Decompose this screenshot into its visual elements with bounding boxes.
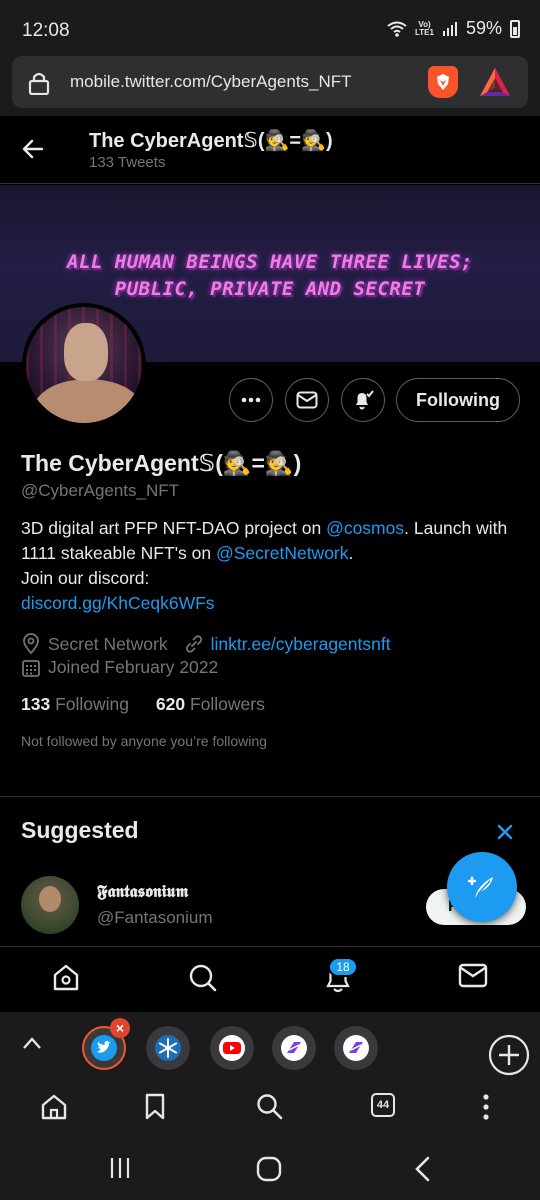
suggested-user-avatar[interactable] (21, 876, 79, 934)
following-stat[interactable]: 133 Following (21, 694, 129, 714)
messages-icon[interactable] (458, 963, 488, 989)
close-tab-icon[interactable]: × (110, 1018, 130, 1038)
followers-stat[interactable]: 620 Followers (156, 694, 265, 714)
brave-icon[interactable] (428, 66, 458, 98)
banner-text-line2: PUBLIC, PRIVATE AND SECRET (114, 278, 426, 300)
mention-secretnetwork[interactable]: @SecretNetwork (216, 543, 349, 563)
site-icon (281, 1035, 307, 1061)
browser-toolbar: 44 (0, 1076, 540, 1140)
tab-snowflake[interactable] (146, 1026, 190, 1070)
profile-header: The CyberAgent𝕊(🕵️=🕵️) 133 Tweets (0, 116, 540, 184)
signal-icon (442, 21, 457, 36)
location-icon (23, 633, 39, 655)
twitter-bottom-nav (0, 946, 540, 1012)
profile-bio: 3D digital art PFP NFT-DAO project on @c… (21, 518, 508, 613)
kebab-icon[interactable] (481, 1093, 491, 1121)
calendar-icon (22, 659, 40, 677)
browser-home-icon[interactable] (40, 1093, 68, 1121)
status-icons: Vo) LTE1 59% (387, 18, 520, 39)
rewards-icon[interactable] (478, 66, 512, 98)
twitter-icon (91, 1035, 117, 1061)
mail-icon (296, 391, 318, 409)
profile-handle: @CyberAgents_NFT (21, 481, 180, 500)
tab-youtube[interactable] (210, 1026, 254, 1070)
website-link[interactable]: linktr.ee/cyberagentsnft (211, 634, 391, 655)
not-followed-note: Not followed by anyone you’re following (21, 733, 267, 749)
avatar[interactable] (22, 303, 146, 427)
chevron-up-icon[interactable] (22, 1036, 42, 1050)
more-button[interactable] (229, 378, 273, 422)
search-icon[interactable] (188, 963, 218, 993)
suggested-user-name[interactable]: 𝕱𝖆𝖓𝖙𝖆𝖘𝖔𝖓𝖎𝖚𝖒 (97, 882, 189, 902)
status-time: 12:08 (22, 20, 70, 41)
url-text[interactable]: mobile.twitter.com/CyberAgents_NFT (70, 72, 352, 92)
compose-tweet-button[interactable] (447, 852, 517, 922)
home-icon[interactable] (52, 963, 80, 993)
notifications-toggle-button[interactable] (341, 378, 385, 422)
tab-count-button[interactable]: 44 (371, 1093, 395, 1117)
tab-site-1[interactable] (272, 1026, 316, 1070)
address-bar[interactable]: mobile.twitter.com/CyberAgents_NFT (12, 56, 528, 108)
browser-tab-strip: × (0, 1012, 540, 1076)
back-arrow-icon[interactable] (22, 138, 44, 160)
link-icon (185, 635, 202, 653)
discord-link[interactable]: discord.gg/KhCeqk6WFs (21, 593, 215, 613)
tab-site-2[interactable] (334, 1026, 378, 1070)
profile-name: The CyberAgent𝕊(🕵️=🕵️) (21, 450, 302, 476)
close-icon[interactable] (496, 823, 514, 841)
divider (0, 796, 540, 797)
android-home-icon[interactable] (256, 1156, 282, 1182)
follow-stats: 133 Following 620 Followers (21, 694, 265, 715)
wifi-icon (387, 21, 407, 37)
compose-icon (467, 876, 493, 898)
joined-text: Joined February 2022 (48, 657, 219, 677)
plus-icon[interactable] (488, 1034, 530, 1076)
location-text: Secret Network (48, 633, 168, 654)
status-bar: 12:08 Vo) LTE1 59% (0, 0, 540, 52)
bell-icon (356, 390, 374, 410)
following-button[interactable]: Following (396, 378, 520, 422)
banner-text-line1: ALL HUMAN BEINGS HAVE THREE LIVES; (67, 251, 473, 273)
recents-icon[interactable] (108, 1156, 132, 1180)
tweet-count: 133 Tweets (89, 154, 166, 171)
notifications-badge: 18 (328, 957, 358, 977)
lock-icon[interactable] (28, 71, 50, 95)
profile-joined-row: Joined February 2022 (21, 657, 218, 678)
suggested-user-handle: @Fantasonium (97, 908, 213, 927)
header-name: The CyberAgent𝕊(🕵️=🕵️) (89, 130, 333, 152)
browser-address-area: mobile.twitter.com/CyberAgents_NFT (0, 52, 540, 116)
more-icon (241, 397, 261, 403)
message-button[interactable] (285, 378, 329, 422)
battery-percent: 59% (465, 18, 502, 38)
profile-meta-row: Secret Network linktr.ee/cyberagentsnft (21, 633, 391, 655)
snowflake-icon (155, 1035, 181, 1061)
android-nav-bar (0, 1140, 540, 1200)
youtube-icon (219, 1035, 245, 1061)
lte-indicator: Vo) LTE1 (415, 19, 434, 37)
battery-icon (510, 19, 520, 38)
suggested-heading: Suggested (21, 817, 139, 843)
bookmark-icon[interactable] (145, 1093, 165, 1121)
mention-cosmos[interactable]: @cosmos (326, 518, 404, 538)
android-back-icon[interactable] (412, 1156, 432, 1182)
search-icon[interactable] (256, 1093, 284, 1121)
site-icon (343, 1035, 369, 1061)
